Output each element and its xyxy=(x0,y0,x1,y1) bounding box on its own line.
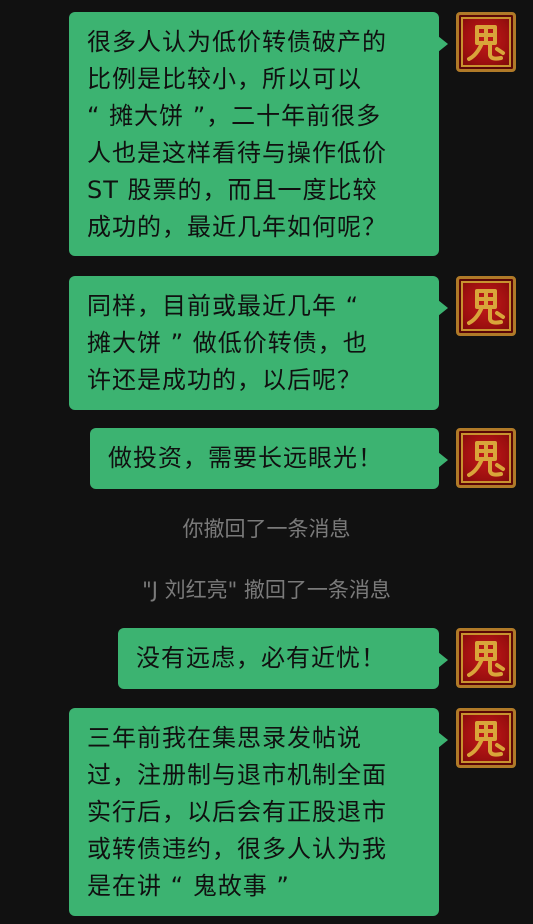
user-avatar[interactable] xyxy=(456,276,516,336)
user-avatar[interactable] xyxy=(456,708,516,768)
ghost-seal-icon xyxy=(467,441,505,477)
message-bubble[interactable]: 同样，目前或最近几年 “ 摊大饼 ” 做低价转债，也 许还是成功的，以后呢？ xyxy=(69,276,448,410)
ghost-seal-icon xyxy=(467,289,505,325)
ghost-seal-icon xyxy=(467,25,505,61)
user-avatar[interactable] xyxy=(456,428,516,488)
message-bubble[interactable]: 没有远虑，必有近忧！ xyxy=(118,628,448,689)
message-bubble[interactable]: 三年前我在集思录发帖说 过，注册制与退市机制全面 实行后，以后会有正股退市 或转… xyxy=(69,708,448,916)
recall-notice: "J 刘红亮" 撤回了一条消息 xyxy=(142,578,391,602)
recall-notice: 你撤回了一条消息 xyxy=(182,517,351,541)
ghost-seal-icon xyxy=(467,641,505,677)
user-avatar[interactable] xyxy=(456,12,516,72)
message-bubble[interactable]: 做投资，需要长远眼光！ xyxy=(90,428,448,489)
user-avatar[interactable] xyxy=(456,628,516,688)
message-bubble[interactable]: 很多人认为低价转债破产的 比例是比较小，所以可以 “ 摊大饼 ”，二十年前很多 … xyxy=(69,12,448,256)
ghost-seal-icon xyxy=(467,721,505,757)
